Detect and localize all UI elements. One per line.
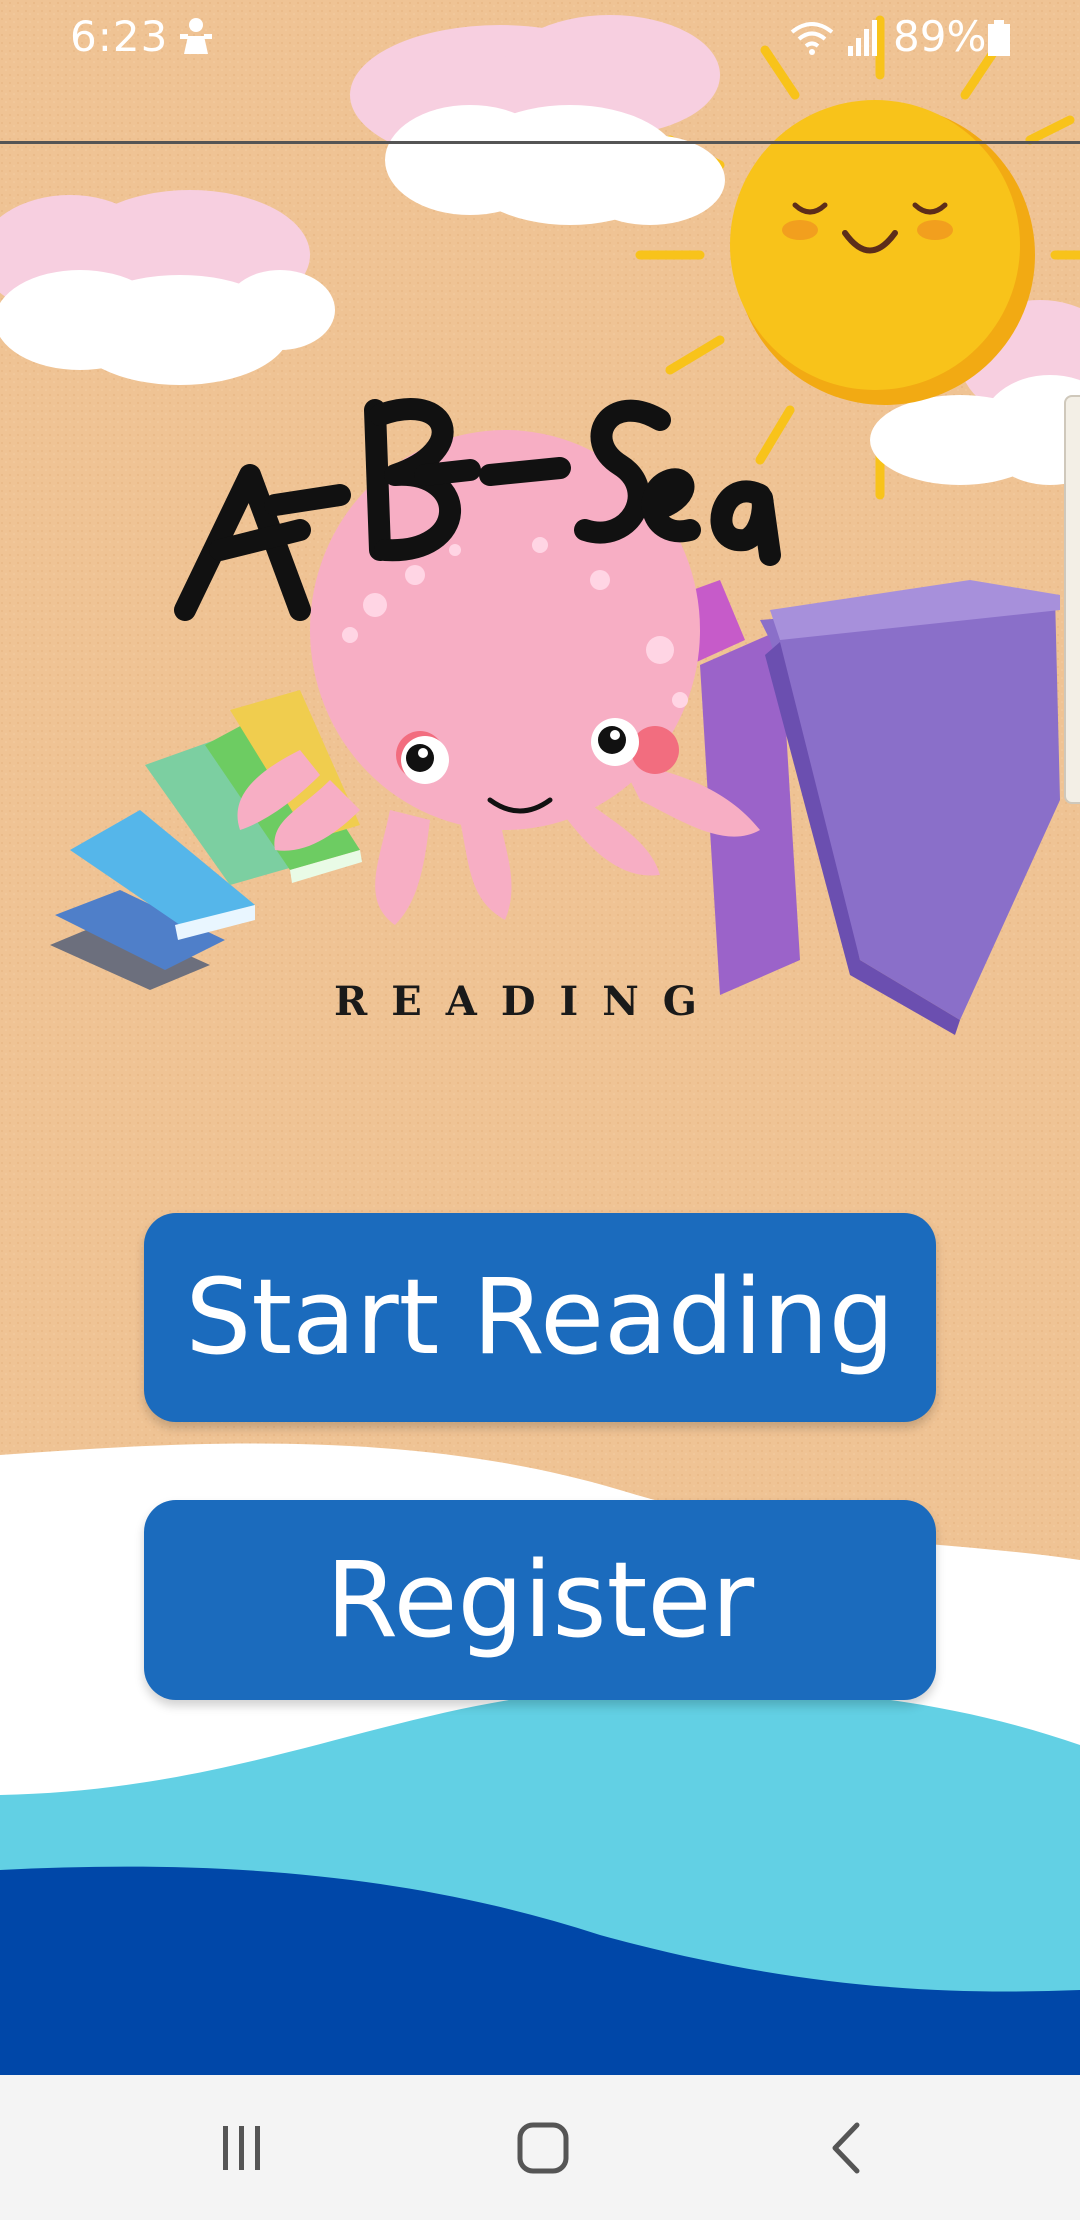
- battery-icon: [988, 20, 1010, 56]
- recent-apps-icon: [223, 2125, 260, 2170]
- back-button[interactable]: [746, 2075, 946, 2220]
- start-reading-button[interactable]: Start Reading: [144, 1213, 936, 1422]
- signal-icon: [848, 20, 877, 56]
- logo-subtitle: READING: [334, 978, 721, 1025]
- header-divider: [0, 141, 1080, 144]
- wifi-icon: [790, 22, 834, 55]
- app-screen: 6:23 89% READING Start Reading Register: [0, 0, 1080, 2220]
- person-icon: [180, 18, 212, 54]
- system-nav-bar: [0, 2075, 1080, 2220]
- register-button[interactable]: Register: [144, 1500, 936, 1700]
- recent-apps-button[interactable]: [142, 2075, 342, 2220]
- status-bar: 6:23 89%: [0, 0, 1080, 75]
- home-button[interactable]: [443, 2075, 643, 2220]
- beach-background: [0, 0, 1080, 2220]
- status-time: 6:23: [70, 12, 169, 61]
- battery-percent: 89%: [893, 12, 987, 61]
- back-icon: [832, 2122, 860, 2173]
- app-logo: [50, 398, 1060, 1035]
- home-icon: [517, 2122, 569, 2173]
